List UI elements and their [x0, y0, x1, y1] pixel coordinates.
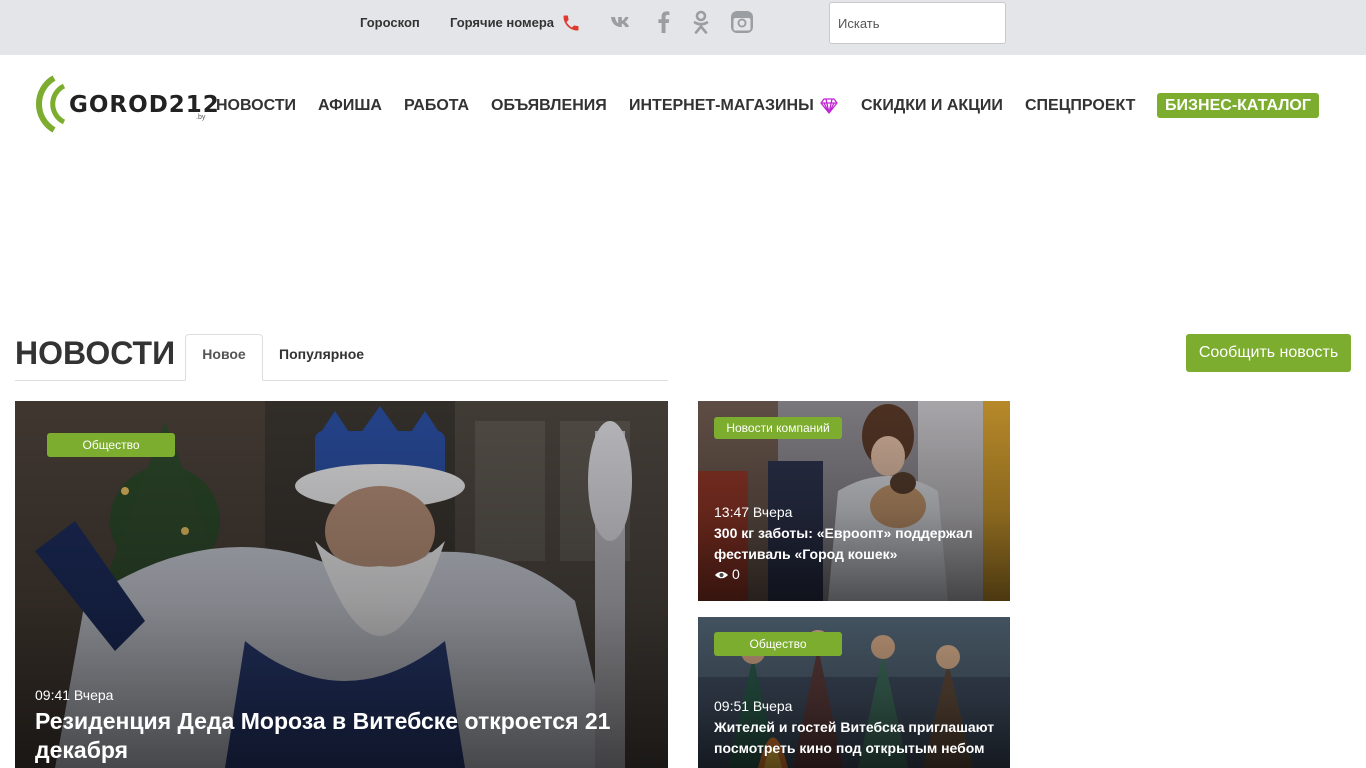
card-time: 09:51 Вчера [714, 698, 793, 714]
nav-discounts[interactable]: СКИДКИ И АКЦИИ [861, 97, 1003, 115]
card-title[interactable]: Жителей и гостей Витебска приглашают пос… [714, 717, 999, 759]
views-counter: 0 [714, 566, 740, 582]
news-card-main[interactable]: Общество 09:41 Вчера Резиденция Деда Мор… [15, 401, 668, 768]
views-count: 0 [732, 566, 740, 582]
category-badge[interactable]: Общество [714, 632, 842, 656]
nav-special-project[interactable]: СПЕЦПРОЕКТ [1025, 97, 1135, 115]
nav-online-shops[interactable]: ИНТЕРНЕТ-МАГАЗИНЫ [629, 97, 814, 115]
diamond-icon [820, 98, 838, 114]
search-input[interactable] [829, 2, 1006, 44]
odnoklassniki-icon[interactable] [688, 9, 714, 35]
vk-icon[interactable] [609, 9, 635, 35]
report-news-button[interactable]: Сообщить новость [1186, 334, 1351, 372]
nav-jobs[interactable]: РАБОТА [404, 97, 469, 115]
nav-business-catalog[interactable]: БИЗНЕС-КАТАЛОГ [1157, 93, 1319, 118]
news-card-side-2[interactable]: Общество 09:51 Вчера Жителей и гостей Ви… [698, 617, 1010, 768]
tabs-divider [15, 380, 668, 381]
eye-icon [714, 572, 729, 579]
hot-numbers-link[interactable]: Горячие номера [450, 15, 554, 30]
card-time: 13:47 Вчера [714, 504, 793, 520]
category-badge[interactable]: Новости компаний [714, 417, 842, 439]
facebook-icon[interactable] [651, 9, 677, 35]
news-heading: НОВОСТИ [15, 335, 176, 371]
gorod212-logo[interactable]: GOROD212 .by [34, 72, 219, 136]
nav-news[interactable]: НОВОСТИ [216, 97, 296, 115]
horoscope-link[interactable]: Гороскоп [360, 15, 420, 30]
nav-afisha[interactable]: АФИША [318, 97, 382, 115]
tab-popular[interactable]: Популярное [279, 346, 364, 362]
nav-ads[interactable]: ОБЪЯВЛЕНИЯ [491, 97, 607, 115]
tab-new[interactable]: Новое [185, 334, 263, 381]
logo-domain: .by [196, 114, 206, 121]
card-title[interactable]: 300 кг заботы: «Евроопт» поддержал фести… [714, 523, 999, 565]
card-title[interactable]: Резиденция Деда Мороза в Витебске открое… [35, 707, 655, 765]
news-card-side-1[interactable]: Новости компаний 13:47 Вчера 300 кг забо… [698, 401, 1010, 601]
phone-icon[interactable] [561, 13, 581, 33]
category-badge[interactable]: Общество [47, 433, 175, 457]
card-time: 09:41 Вчера [35, 687, 114, 703]
logo-arc-icon [35, 75, 66, 133]
top-bar: Гороскоп Горячие номера [0, 0, 1366, 55]
instagram-icon[interactable] [729, 9, 755, 35]
